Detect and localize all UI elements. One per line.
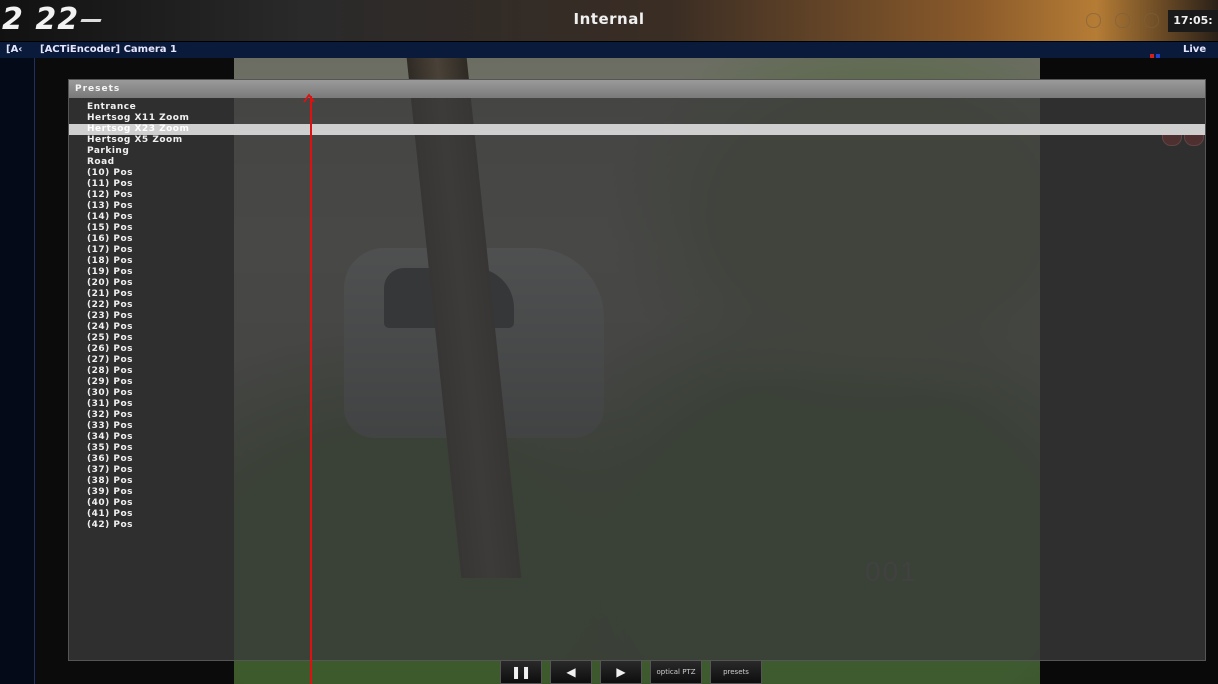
- annotation-arrow: [310, 96, 312, 684]
- preset-item[interactable]: (41) Pos: [69, 509, 1205, 520]
- window-title: Internal: [573, 10, 645, 28]
- settings-icon[interactable]: [1115, 13, 1130, 28]
- preset-item[interactable]: (13) Pos: [69, 201, 1205, 212]
- previous-button[interactable]: ◀: [550, 660, 592, 684]
- playback-controls: ❚❚ ◀ ▶ optical PTZ presets: [500, 660, 762, 684]
- preset-item[interactable]: Hertsog X11 Zoom: [69, 113, 1205, 124]
- preset-item[interactable]: (11) Pos: [69, 179, 1205, 190]
- preset-item[interactable]: (37) Pos: [69, 465, 1205, 476]
- preset-item[interactable]: (36) Pos: [69, 454, 1205, 465]
- preset-item[interactable]: (16) Pos: [69, 234, 1205, 245]
- preset-item[interactable]: Hertsog X23 Zoom: [69, 124, 1205, 135]
- preset-item[interactable]: (24) Pos: [69, 322, 1205, 333]
- preset-item[interactable]: (35) Pos: [69, 443, 1205, 454]
- preset-item[interactable]: (25) Pos: [69, 333, 1205, 344]
- presets-panel: Presets Entrance Hertsog X11 Zoom Hertsog …: [68, 79, 1206, 661]
- preset-item[interactable]: (18) Pos: [69, 256, 1205, 267]
- pause-button[interactable]: ❚❚: [500, 660, 542, 684]
- preset-item[interactable]: (29) Pos: [69, 377, 1205, 388]
- preset-item[interactable]: (40) Pos: [69, 498, 1205, 509]
- preset-item[interactable]: (12) Pos: [69, 190, 1205, 201]
- preset-item[interactable]: (15) Pos: [69, 223, 1205, 234]
- preset-item[interactable]: (33) Pos: [69, 421, 1205, 432]
- camera-name: [ACTiEncoder] Camera 1: [40, 44, 177, 55]
- preset-item[interactable]: (27) Pos: [69, 355, 1205, 366]
- next-button[interactable]: ▶: [600, 660, 642, 684]
- camera-header: [A‹ [ACTiEncoder] Camera 1 Live: [0, 42, 1218, 58]
- preset-item[interactable]: Entrance: [69, 102, 1205, 113]
- presets-list: Entrance Hertsog X11 Zoom Hertsog X23 Zoom…: [69, 102, 1205, 531]
- title-bar-icons: [1086, 13, 1159, 28]
- title-bar: 2 22 Internal 17:05:: [0, 0, 1218, 42]
- optical-ptz-button[interactable]: optical PTZ: [650, 660, 702, 684]
- preset-item[interactable]: (30) Pos: [69, 388, 1205, 399]
- preset-item[interactable]: Hertsog X5 Zoom: [69, 135, 1205, 146]
- preset-item[interactable]: Road: [69, 157, 1205, 168]
- camera-tab-prefix[interactable]: [A‹: [6, 42, 22, 58]
- arrow-head-icon: [303, 93, 315, 103]
- preset-item[interactable]: (21) Pos: [69, 289, 1205, 300]
- preset-item[interactable]: (17) Pos: [69, 245, 1205, 256]
- preset-item[interactable]: (39) Pos: [69, 487, 1205, 498]
- left-pane: [0, 58, 35, 684]
- live-label[interactable]: Live: [1183, 42, 1206, 58]
- preset-item[interactable]: (10) Pos: [69, 168, 1205, 179]
- presets-header: Presets: [69, 80, 1205, 98]
- preset-item[interactable]: (26) Pos: [69, 344, 1205, 355]
- preset-item[interactable]: (22) Pos: [69, 300, 1205, 311]
- preset-item[interactable]: (32) Pos: [69, 410, 1205, 421]
- preset-item[interactable]: (38) Pos: [69, 476, 1205, 487]
- window-icon[interactable]: [1144, 13, 1159, 28]
- preset-item[interactable]: (34) Pos: [69, 432, 1205, 443]
- preset-item[interactable]: (14) Pos: [69, 212, 1205, 223]
- preset-item[interactable]: (42) Pos: [69, 520, 1205, 531]
- power-icon[interactable]: [1086, 13, 1101, 28]
- preset-item[interactable]: (28) Pos: [69, 366, 1205, 377]
- preset-item[interactable]: Parking: [69, 146, 1205, 157]
- preset-item[interactable]: (31) Pos: [69, 399, 1205, 410]
- preset-item[interactable]: (20) Pos: [69, 278, 1205, 289]
- presets-button[interactable]: presets: [710, 660, 762, 684]
- clock: 17:05:: [1168, 10, 1218, 32]
- preset-item[interactable]: (23) Pos: [69, 311, 1205, 322]
- preset-item[interactable]: (19) Pos: [69, 267, 1205, 278]
